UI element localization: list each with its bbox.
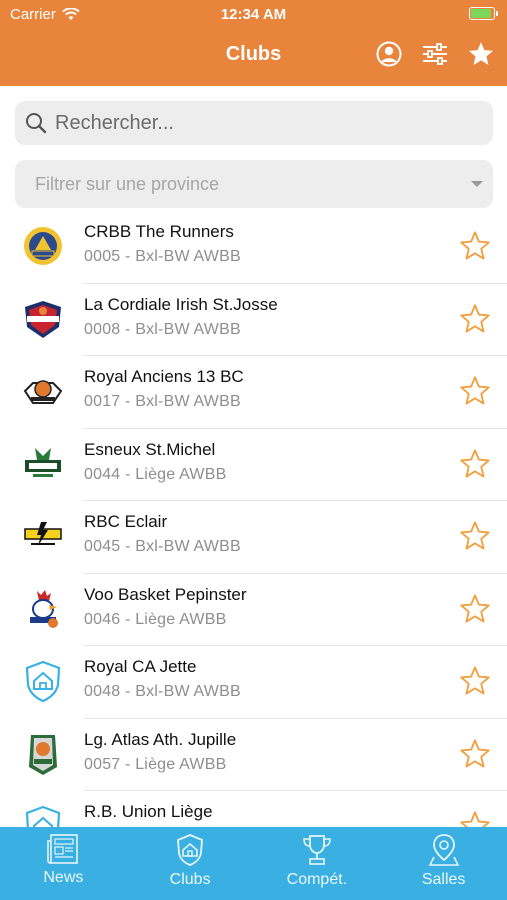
star-outline-icon[interactable] bbox=[459, 665, 491, 697]
star-outline-icon[interactable] bbox=[459, 448, 491, 480]
status-time: 12:34 AM bbox=[220, 6, 287, 23]
list-item[interactable]: Esneux St.Michel 0044 - Liège AWBB bbox=[0, 428, 507, 501]
tab-bar: News Clubs Compét. Salles bbox=[0, 827, 507, 900]
sliders-icon bbox=[423, 43, 447, 65]
top-bar: Carrier 12:34 AM Clubs bbox=[0, 0, 507, 86]
map-pin-icon bbox=[428, 834, 459, 866]
search-bar[interactable] bbox=[15, 101, 493, 145]
tab-salles[interactable]: Salles bbox=[380, 827, 507, 900]
club-details: 0045 - Bxl-BW AWBB bbox=[84, 538, 241, 555]
club-name: Esneux St.Michel bbox=[84, 439, 216, 459]
list-item[interactable]: Lg. Atlas Ath. Jupille 0057 - Liège AWBB bbox=[0, 718, 507, 791]
eclair-logo bbox=[20, 513, 66, 559]
lacordiale-logo bbox=[20, 296, 66, 342]
star-outline-icon[interactable] bbox=[459, 738, 491, 770]
search-input[interactable] bbox=[55, 111, 475, 135]
favorites-button[interactable] bbox=[467, 40, 495, 68]
star-filled-icon bbox=[468, 42, 494, 65]
profile-button[interactable] bbox=[375, 40, 403, 68]
list-item[interactable]: Voo Basket Pepinster 0046 - Liège AWBB bbox=[0, 573, 507, 646]
tab-competitions[interactable]: Compét. bbox=[254, 827, 381, 900]
tab-label: News bbox=[43, 869, 84, 886]
newspaper-icon bbox=[47, 834, 79, 864]
club-details: 0048 - Bxl-BW AWBB bbox=[84, 683, 241, 700]
list-item[interactable]: La Cordiale Irish St.Josse 0008 - Bxl-BW… bbox=[0, 283, 507, 356]
club-details: 0005 - Bxl-BW AWBB bbox=[84, 248, 241, 265]
trophy-icon bbox=[303, 835, 331, 865]
tab-clubs[interactable]: Clubs bbox=[127, 827, 254, 900]
chevron-down-icon bbox=[471, 181, 483, 187]
default-club-logo bbox=[20, 803, 66, 827]
club-name: RBC Eclair bbox=[84, 512, 168, 531]
list-item[interactable]: RBC Eclair 0045 - Bxl-BW AWBB bbox=[0, 500, 507, 574]
nav-actions bbox=[375, 40, 495, 68]
list-item[interactable]: Royal Anciens 13 BC 0017 - Bxl-BW AWBB bbox=[0, 355, 507, 429]
star-outline-icon[interactable] bbox=[459, 303, 491, 335]
province-filter-placeholder: Filtrer sur une province bbox=[35, 173, 220, 194]
star-outline-icon[interactable] bbox=[459, 810, 491, 827]
star-outline-icon[interactable] bbox=[459, 520, 491, 552]
default-club-logo bbox=[20, 658, 66, 704]
list-item[interactable]: R.B. Union Liège bbox=[0, 790, 507, 827]
list-item[interactable]: Royal CA Jette 0048 - Bxl-BW AWBB bbox=[0, 645, 507, 719]
esneux-logo bbox=[20, 441, 66, 487]
battery-icon bbox=[469, 7, 498, 20]
club-list: CRBB The Runners 0005 - Bxl-BW AWBB La C… bbox=[0, 210, 507, 827]
tab-label: Clubs bbox=[169, 871, 211, 888]
club-name: La Cordiale Irish St.Josse bbox=[84, 294, 278, 314]
club-details: 0046 - Liège AWBB bbox=[84, 610, 227, 628]
crbb-logo bbox=[20, 223, 66, 269]
star-outline-icon[interactable] bbox=[459, 375, 491, 407]
province-filter-select[interactable]: Filtrer sur une province bbox=[15, 160, 493, 208]
club-details: 0008 - Bxl-BW AWBB bbox=[84, 320, 241, 338]
tab-news[interactable]: News bbox=[0, 827, 127, 900]
club-name: Royal Anciens 13 BC bbox=[84, 367, 244, 386]
club-name: Royal CA Jette bbox=[84, 657, 197, 676]
filter-settings-button[interactable] bbox=[421, 40, 449, 68]
club-shield-icon bbox=[177, 834, 204, 866]
list-item[interactable]: CRBB The Runners 0005 - Bxl-BW AWBB bbox=[0, 210, 507, 284]
star-outline-icon[interactable] bbox=[459, 230, 491, 262]
pepinster-logo bbox=[20, 586, 66, 632]
club-name: Voo Basket Pepinster bbox=[84, 584, 247, 604]
tab-label: Compét. bbox=[286, 871, 348, 888]
anciens13-logo bbox=[20, 368, 66, 414]
club-name: Lg. Atlas Ath. Jupille bbox=[84, 729, 237, 749]
star-outline-icon[interactable] bbox=[459, 593, 491, 625]
club-details: 0057 - Liège AWBB bbox=[84, 755, 227, 773]
tab-label: Salles bbox=[421, 871, 466, 888]
jupille-logo bbox=[20, 731, 66, 777]
search-icon bbox=[26, 113, 47, 134]
club-details: 0044 - Liège AWBB bbox=[84, 465, 227, 483]
club-name: CRBB The Runners bbox=[84, 222, 234, 241]
status-bar: Carrier 12:34 AM bbox=[0, 0, 507, 28]
club-details: 0017 - Bxl-BW AWBB bbox=[84, 393, 241, 410]
profile-icon bbox=[376, 41, 402, 67]
club-name: R.B. Union Liège bbox=[84, 802, 213, 821]
